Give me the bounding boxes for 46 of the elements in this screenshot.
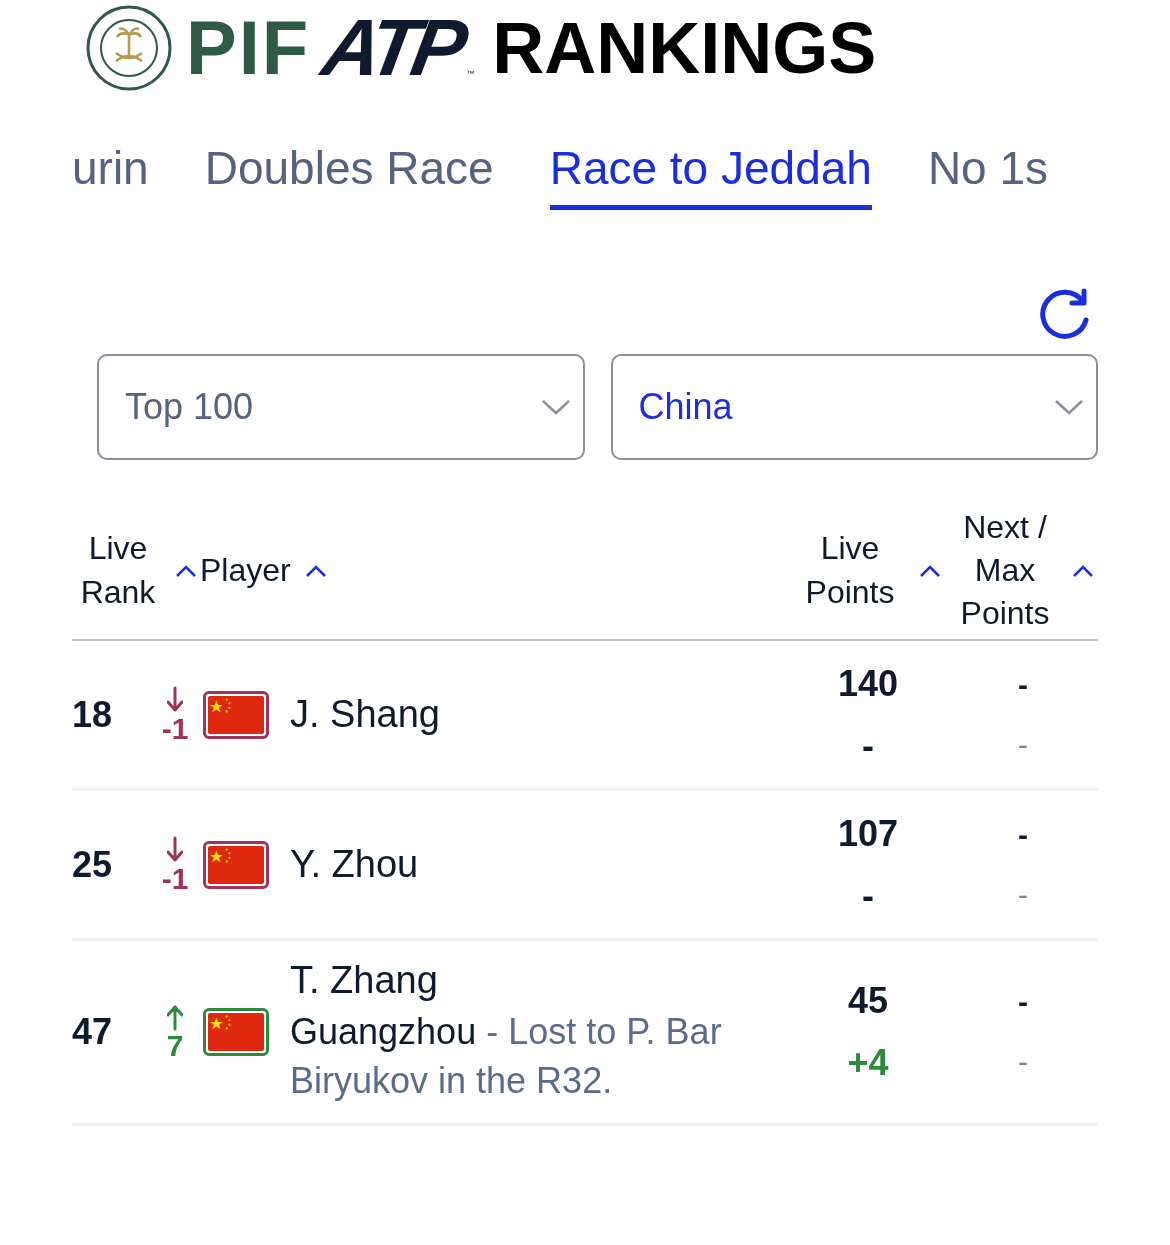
chevron-down-icon bbox=[1054, 398, 1084, 416]
tab[interactable]: Doubles Race bbox=[204, 118, 494, 210]
china-flag-icon bbox=[203, 1008, 269, 1056]
column-header[interactable]: Live Rank bbox=[75, 527, 161, 614]
caret-up-icon[interactable] bbox=[919, 563, 941, 578]
dropdown[interactable]: China bbox=[610, 354, 1098, 460]
tab[interactable]: No 1s bbox=[927, 118, 1049, 210]
next-points: - bbox=[1018, 817, 1028, 852]
live-points: 45 bbox=[847, 980, 888, 1022]
next-points: - bbox=[1018, 667, 1028, 702]
rank-number: 18 bbox=[72, 693, 114, 736]
player-name[interactable]: J. Shang bbox=[290, 693, 788, 736]
caret-up-icon[interactable] bbox=[1072, 563, 1094, 578]
page-title: RANKINGS bbox=[492, 12, 877, 84]
rank-change: -1 bbox=[161, 863, 189, 894]
points-change: - bbox=[862, 724, 874, 767]
palm-seal-icon bbox=[86, 5, 172, 91]
dropdown[interactable]: Top 100 bbox=[97, 354, 585, 460]
points-change: - bbox=[862, 874, 874, 917]
rank-change: 7 bbox=[166, 1031, 184, 1061]
atp-logo: ATP bbox=[317, 8, 468, 88]
player-name[interactable]: Y. Zhou bbox=[290, 843, 788, 886]
rank-number: 47 bbox=[72, 1011, 114, 1053]
player-name[interactable]: T. Zhang bbox=[290, 958, 788, 1002]
live-points: 140 bbox=[837, 662, 899, 705]
column-header[interactable]: Player bbox=[200, 548, 291, 593]
tab[interactable]: urin bbox=[72, 118, 149, 210]
max-points: - bbox=[1018, 727, 1028, 762]
column-header[interactable]: Live Points bbox=[795, 527, 905, 614]
tab[interactable]: Race to Jeddah bbox=[549, 118, 872, 210]
live-points: 107 bbox=[837, 812, 899, 855]
china-flag-icon bbox=[203, 840, 269, 889]
trademark-mark: ™ bbox=[466, 69, 475, 78]
match-note: Guangzhou - Lost to P. Bar Biryukov in the R32. bbox=[290, 1009, 723, 1103]
max-points: - bbox=[1018, 877, 1028, 912]
brand-name: PIF bbox=[186, 10, 311, 86]
points-change: +4 bbox=[847, 1042, 889, 1084]
rank-change: -1 bbox=[161, 713, 189, 744]
chevron-down-icon bbox=[540, 398, 571, 416]
next-points: - bbox=[1018, 985, 1028, 1019]
max-points: - bbox=[1018, 1045, 1028, 1079]
caret-up-icon[interactable] bbox=[304, 563, 327, 578]
caret-up-icon[interactable] bbox=[175, 563, 197, 578]
china-flag-icon bbox=[203, 690, 269, 739]
column-header[interactable]: Next / Max Points bbox=[952, 505, 1058, 636]
rank-number: 25 bbox=[72, 843, 114, 886]
